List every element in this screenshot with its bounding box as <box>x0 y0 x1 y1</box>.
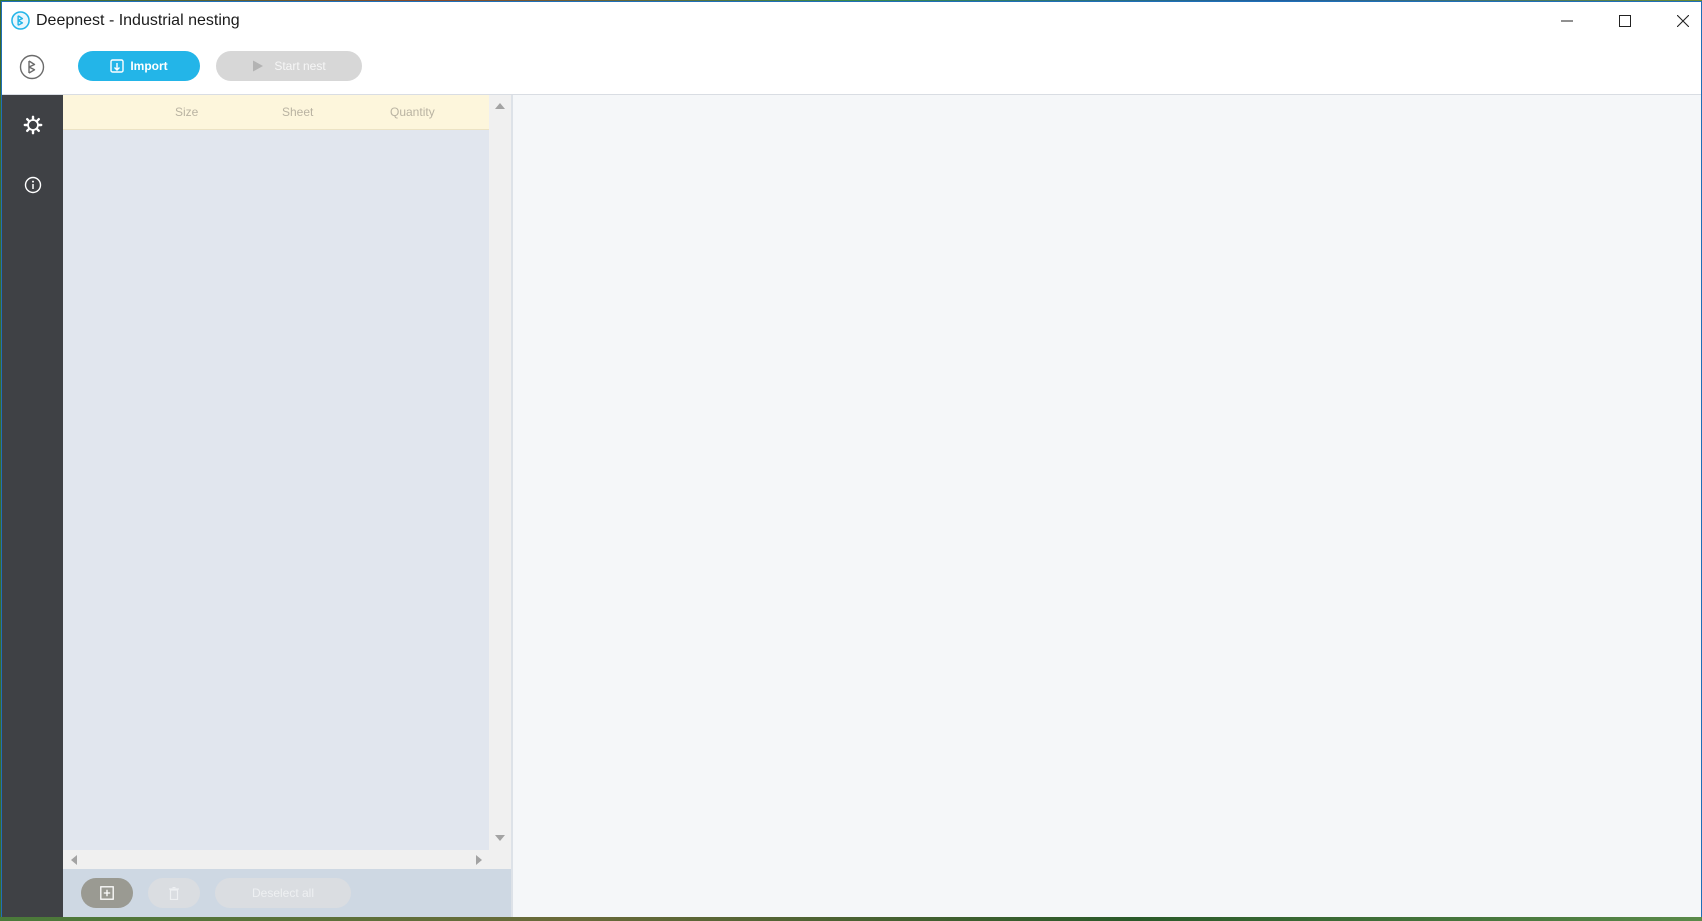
import-icon <box>110 59 125 73</box>
minimize-icon <box>1561 20 1573 22</box>
play-icon <box>253 60 264 72</box>
scroll-right-icon[interactable] <box>476 855 482 865</box>
settings-button[interactable] <box>22 114 44 136</box>
delete-button[interactable] <box>148 878 200 908</box>
gear-icon <box>23 115 43 135</box>
maximize-icon <box>1619 15 1631 27</box>
app-window: Deepnest - Industrial nesting Import Sta… <box>2 2 1701 917</box>
deepnest-logo-icon[interactable] <box>19 54 45 80</box>
import-label: Import <box>130 59 168 73</box>
start-nest-label: Start nest <box>274 59 326 73</box>
scroll-left-icon[interactable] <box>71 855 77 865</box>
trash-icon <box>169 886 179 900</box>
maximize-button[interactable] <box>1596 2 1654 40</box>
add-sheet-button[interactable] <box>81 878 133 908</box>
sidebar <box>2 95 63 917</box>
parts-panel: Size Sheet Quantity Deselect all <box>63 95 511 917</box>
scroll-down-icon[interactable] <box>495 835 505 841</box>
close-icon <box>1677 15 1689 27</box>
start-nest-button[interactable]: Start nest <box>216 51 362 81</box>
vertical-scrollbar[interactable] <box>489 95 511 850</box>
column-header-sheet[interactable]: Sheet <box>282 105 313 119</box>
app-toolbar: Import Start nest <box>2 40 1701 95</box>
window-title: Deepnest - Industrial nesting <box>36 12 240 29</box>
horizontal-scrollbar[interactable] <box>63 850 511 869</box>
add-sheet-icon <box>100 886 114 900</box>
parts-table-body <box>63 130 489 850</box>
column-header-quantity[interactable]: Quantity <box>390 105 435 119</box>
deselect-all-button[interactable]: Deselect all <box>215 878 351 908</box>
title-bar: Deepnest - Industrial nesting <box>2 2 1701 40</box>
nest-workspace[interactable] <box>513 95 1701 917</box>
desktop-background-bottom <box>0 917 1702 921</box>
minimize-button[interactable] <box>1538 2 1596 40</box>
close-button[interactable] <box>1654 2 1701 40</box>
column-header-size[interactable]: Size <box>175 105 198 119</box>
scroll-up-icon[interactable] <box>495 103 505 109</box>
parts-panel-footer: Deselect all <box>63 869 511 917</box>
info-button[interactable] <box>22 174 44 196</box>
deepnest-logo-icon <box>11 11 30 30</box>
parts-table-header: Size Sheet Quantity <box>63 95 489 130</box>
info-icon <box>24 176 42 194</box>
import-button[interactable]: Import <box>78 51 200 81</box>
